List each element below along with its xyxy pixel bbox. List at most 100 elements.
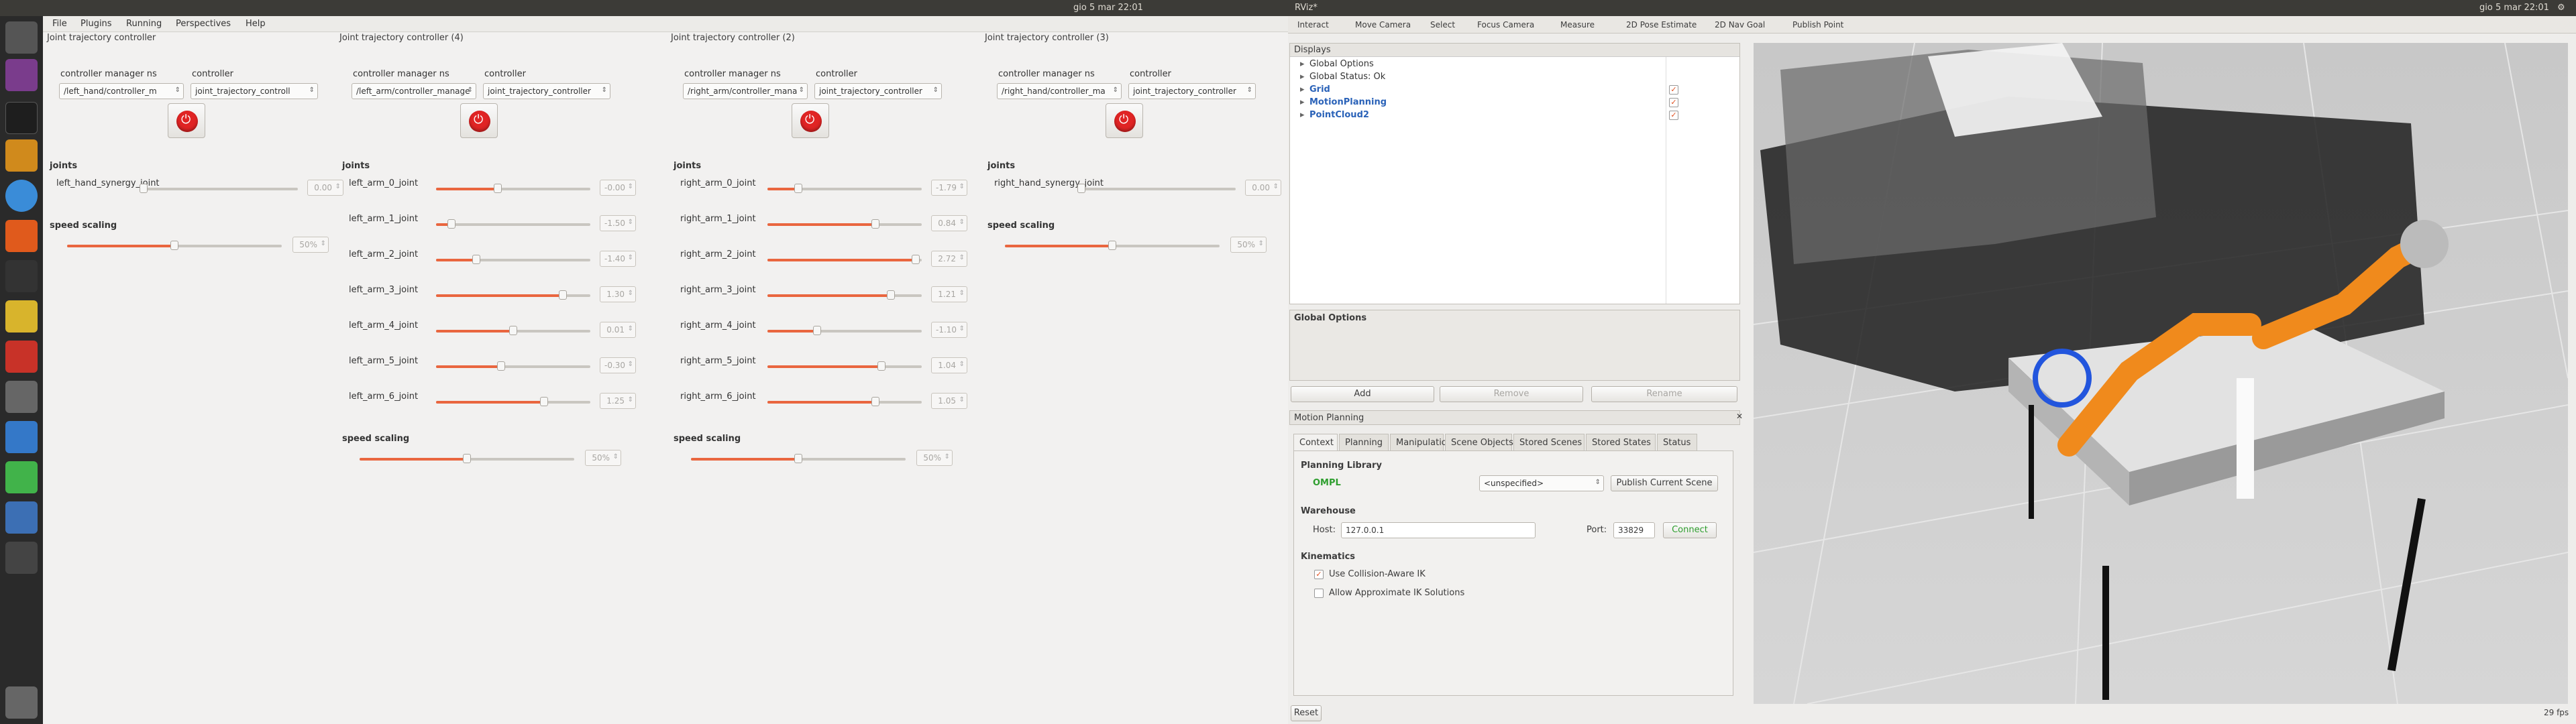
display-item[interactable]: PointCloud2 bbox=[1309, 110, 1369, 120]
slider-handle[interactable] bbox=[871, 397, 879, 406]
joint-value-spinbox[interactable]: 1.30 bbox=[600, 286, 636, 302]
motion-planning-tab[interactable]: Stored Scenes bbox=[1513, 434, 1585, 451]
joint-value-spinbox[interactable]: -1.79 bbox=[931, 180, 967, 196]
rviz-icon[interactable] bbox=[5, 381, 38, 413]
motion-planning-tab[interactable]: Planning bbox=[1339, 434, 1389, 451]
slider-handle[interactable] bbox=[911, 255, 920, 264]
tool-button[interactable]: Move Camera bbox=[1355, 20, 1411, 29]
joint-slider[interactable] bbox=[1077, 184, 1236, 193]
display-item[interactable]: MotionPlanning bbox=[1309, 97, 1387, 107]
display-item[interactable]: Global Status: Ok bbox=[1309, 72, 1385, 82]
system-monitor-icon[interactable] bbox=[5, 260, 38, 292]
approx-ik-checkbox[interactable] bbox=[1314, 589, 1324, 598]
joint-slider[interactable] bbox=[767, 397, 922, 406]
tool-button[interactable]: Focus Camera bbox=[1477, 20, 1534, 29]
slider-handle[interactable] bbox=[140, 184, 148, 193]
host-input[interactable]: 127.0.0.1 bbox=[1341, 522, 1536, 538]
display-enabled-checkbox[interactable]: ✓ bbox=[1669, 85, 1678, 95]
joint-slider[interactable] bbox=[767, 255, 922, 264]
collision-ik-checkbox[interactable]: ✓ bbox=[1314, 570, 1324, 579]
speed-spinbox[interactable]: 50% bbox=[916, 450, 953, 466]
joint-slider[interactable] bbox=[436, 361, 590, 371]
tool-button[interactable]: 2D Pose Estimate bbox=[1626, 20, 1697, 29]
slider-handle[interactable] bbox=[540, 397, 548, 406]
joint-slider[interactable] bbox=[140, 184, 298, 193]
joint-value-spinbox[interactable]: 1.05 bbox=[931, 393, 967, 409]
joint-slider[interactable] bbox=[436, 255, 590, 264]
trash-icon[interactable] bbox=[5, 686, 38, 719]
settings-icon[interactable] bbox=[5, 341, 38, 373]
power-button[interactable] bbox=[168, 103, 205, 138]
joint-value-spinbox[interactable]: 1.21 bbox=[931, 286, 967, 302]
publish-scene-button[interactable]: Publish Current Scene bbox=[1611, 475, 1718, 491]
speed-spinbox[interactable]: 50% bbox=[292, 237, 329, 253]
joint-slider[interactable] bbox=[436, 219, 590, 229]
power-button[interactable] bbox=[792, 103, 829, 138]
menu-help[interactable]: Help bbox=[246, 19, 266, 29]
joint-slider[interactable] bbox=[767, 290, 922, 300]
joint-slider[interactable] bbox=[767, 361, 922, 371]
slider-handle[interactable] bbox=[509, 326, 517, 335]
menu-plugins[interactable]: Plugins bbox=[80, 19, 112, 29]
display-item[interactable]: Grid bbox=[1309, 84, 1330, 95]
joint-value-spinbox[interactable]: 1.04 bbox=[931, 357, 967, 373]
joint-slider[interactable] bbox=[436, 290, 590, 300]
speed-spinbox[interactable]: 50% bbox=[585, 450, 621, 466]
joint-value-spinbox[interactable]: -1.50 bbox=[600, 215, 636, 231]
slider-handle[interactable] bbox=[558, 290, 567, 300]
connect-button[interactable]: Connect bbox=[1663, 522, 1717, 538]
motion-planning-tab[interactable]: Context bbox=[1293, 434, 1338, 451]
motion-planning-tab[interactable]: Scene Objects bbox=[1445, 434, 1513, 451]
joint-value-spinbox[interactable]: 0.84 bbox=[931, 215, 967, 231]
firefox-icon[interactable] bbox=[5, 220, 38, 252]
gear-icon[interactable]: ⚙ bbox=[2557, 3, 2565, 13]
tool-button[interactable]: Publish Point bbox=[1792, 20, 1843, 29]
chrome-icon[interactable] bbox=[5, 180, 38, 212]
ns-select[interactable]: /left_arm/controller_manage bbox=[352, 83, 476, 99]
reset-button[interactable]: Reset bbox=[1291, 705, 1322, 721]
expand-arrow-icon[interactable]: ▸ bbox=[1300, 97, 1305, 107]
qt-icon[interactable] bbox=[5, 461, 38, 493]
slider-handle[interactable] bbox=[472, 255, 480, 264]
joint-value-spinbox[interactable]: 2.72 bbox=[931, 251, 967, 267]
motion-planning-tab[interactable]: Status bbox=[1657, 434, 1697, 451]
joint-slider[interactable] bbox=[436, 397, 590, 406]
display-enabled-checkbox[interactable]: ✓ bbox=[1669, 98, 1678, 107]
tool-button[interactable]: Interact bbox=[1297, 20, 1329, 29]
motion-planning-tab[interactable]: Manipulation bbox=[1390, 434, 1452, 451]
power-button[interactable] bbox=[460, 103, 498, 138]
speed-slider[interactable] bbox=[691, 454, 906, 463]
expand-arrow-icon[interactable]: ▸ bbox=[1300, 110, 1305, 120]
expand-arrow-icon[interactable]: ▸ bbox=[1300, 72, 1305, 82]
editor-icon[interactable] bbox=[5, 300, 38, 333]
controller-select[interactable]: joint_trajectory_controller bbox=[483, 83, 610, 99]
controller-select[interactable]: joint_trajectory_controller bbox=[1128, 83, 1256, 99]
joint-value-spinbox[interactable]: 1.25 bbox=[600, 393, 636, 409]
apps-grid-icon[interactable] bbox=[5, 421, 38, 453]
speed-slider[interactable] bbox=[67, 241, 282, 250]
joint-slider[interactable] bbox=[767, 184, 922, 193]
workspace-icon[interactable] bbox=[5, 542, 38, 574]
joint-value-spinbox[interactable]: -0.00 bbox=[600, 180, 636, 196]
joint-value-spinbox[interactable]: 0.00 bbox=[1245, 180, 1281, 196]
joint-slider[interactable] bbox=[436, 184, 590, 193]
monitor-icon[interactable] bbox=[5, 501, 38, 534]
tool-button[interactable]: Select bbox=[1430, 20, 1455, 29]
controller-select[interactable]: joint_trajectory_controll bbox=[191, 83, 318, 99]
power-button[interactable] bbox=[1106, 103, 1143, 138]
speed-slider[interactable] bbox=[1005, 241, 1220, 250]
planner-select[interactable]: <unspecified> bbox=[1479, 475, 1604, 491]
slider-handle[interactable] bbox=[812, 326, 821, 335]
menu-perspectives[interactable]: Perspectives bbox=[176, 19, 231, 29]
slider-handle[interactable] bbox=[463, 454, 471, 463]
joint-slider[interactable] bbox=[436, 326, 590, 335]
menu-running[interactable]: Running bbox=[126, 19, 162, 29]
display-item[interactable]: Global Options bbox=[1309, 59, 1374, 69]
motion-planning-tab[interactable]: Stored States bbox=[1586, 434, 1656, 451]
rename-button[interactable]: Rename bbox=[1591, 386, 1737, 402]
display-enabled-checkbox[interactable]: ✓ bbox=[1669, 111, 1678, 120]
app-icon[interactable] bbox=[5, 59, 38, 91]
expand-arrow-icon[interactable]: ▸ bbox=[1300, 59, 1305, 69]
3d-viewport[interactable] bbox=[1754, 43, 2568, 704]
speed-spinbox[interactable]: 50% bbox=[1230, 237, 1267, 253]
